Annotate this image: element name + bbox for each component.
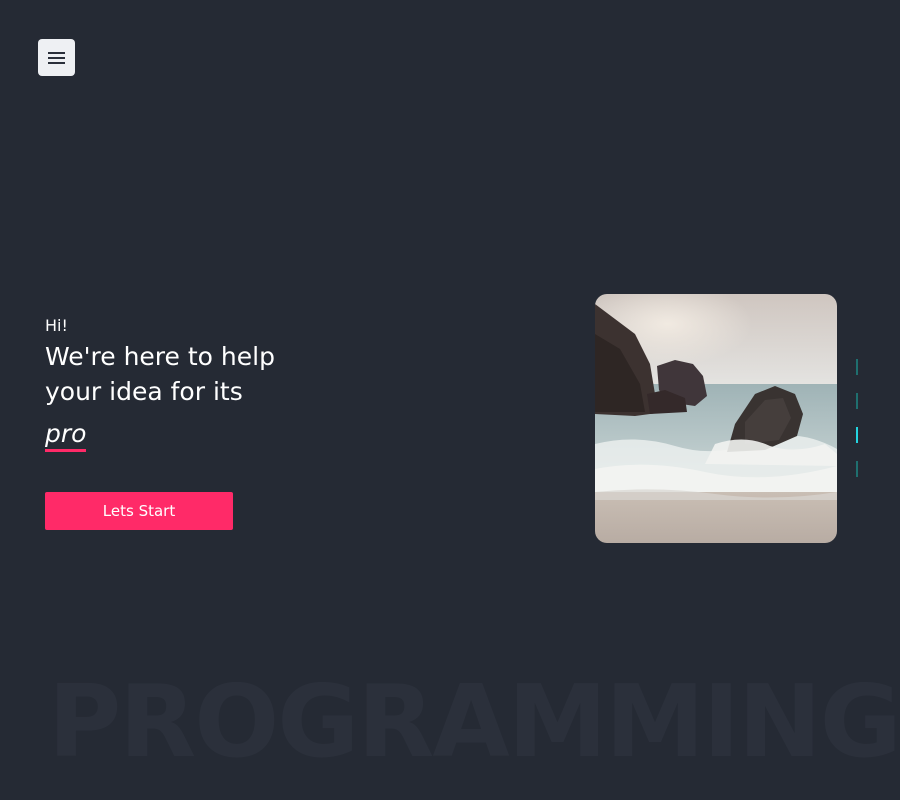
slide-indicator[interactable] [856, 359, 858, 375]
background-watermark-text: PROGRAMMING [48, 663, 900, 780]
menu-button[interactable] [38, 39, 75, 76]
greeting-text: Hi! [45, 316, 68, 335]
emphasis-word: pro [45, 419, 87, 452]
hamburger-menu-icon [48, 51, 65, 54]
slide-indicator[interactable] [856, 461, 858, 477]
slide-indicator-active[interactable] [856, 427, 858, 443]
slide-indicator[interactable] [856, 393, 858, 409]
lets-start-button[interactable]: Lets Start [45, 492, 233, 530]
hero-section: Hi! We're here to help your idea for its… [45, 315, 305, 453]
hero-photo [595, 294, 837, 543]
hamburger-menu-icon [48, 61, 65, 64]
hero-headline: We're here to help your idea for its [45, 342, 275, 406]
hamburger-menu-icon [48, 56, 65, 59]
